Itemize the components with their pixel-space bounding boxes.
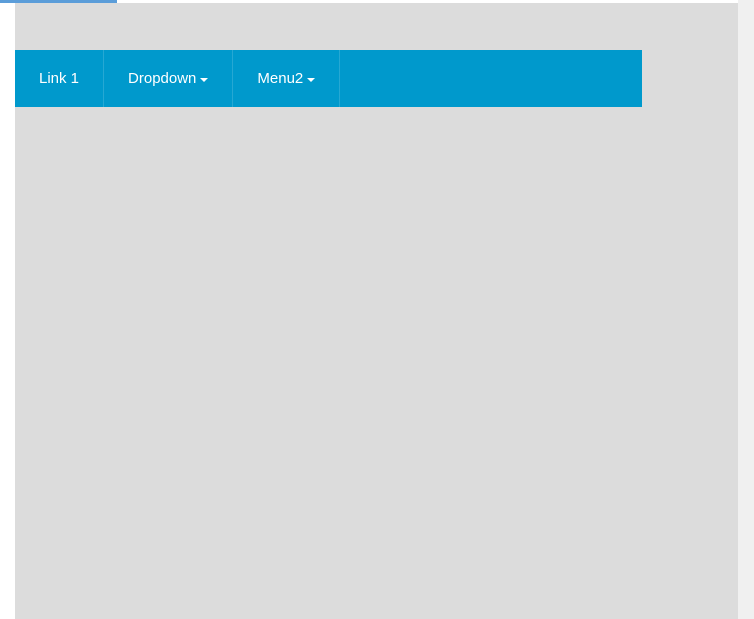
- nav-dropdown-label: Dropdown: [128, 70, 196, 87]
- nav-menu2[interactable]: Menu2: [233, 50, 340, 107]
- nav-link-1[interactable]: Link 1: [15, 50, 104, 107]
- nav-link-label: Link 1: [39, 70, 79, 87]
- chevron-down-icon: [307, 78, 315, 82]
- scrollbar-thumb[interactable]: [739, 0, 753, 619]
- nav-dropdown[interactable]: Dropdown: [104, 50, 233, 107]
- page-body: Link 1 Dropdown Menu2: [15, 3, 754, 619]
- nav-menu2-label: Menu2: [257, 70, 303, 87]
- vertical-scrollbar[interactable]: [738, 0, 754, 619]
- chevron-down-icon: [200, 78, 208, 82]
- main-navbar: Link 1 Dropdown Menu2: [15, 50, 642, 107]
